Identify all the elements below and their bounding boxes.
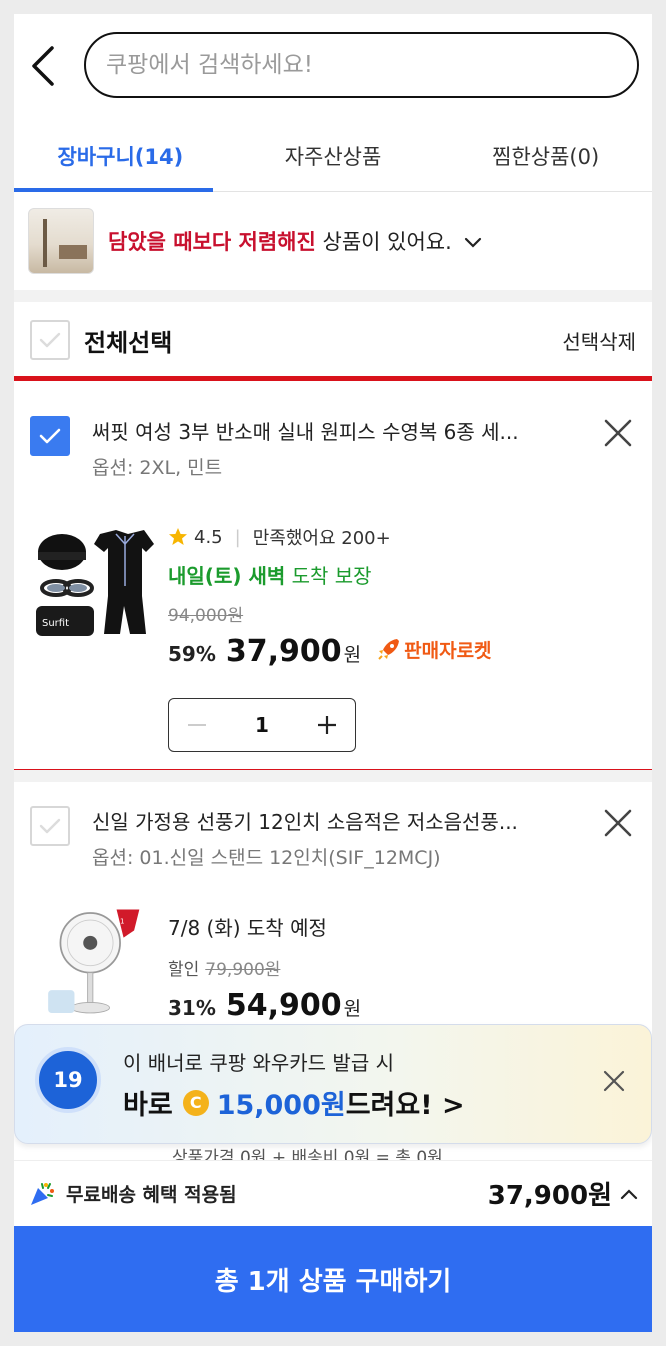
svg-text:Surfit: Surfit: [42, 618, 69, 629]
plus-icon: [318, 716, 336, 734]
banner-prefix: 바로: [123, 1090, 173, 1121]
cart-screen: 장바구니(14) 자주산상품 찜한상품(0) 담았을 때보다 저렴해진 상품이 …: [14, 14, 652, 1332]
item-option: 옵션: 01.신일 스탠드 12인치(SIF_12MCJ): [92, 847, 441, 869]
close-icon: [604, 419, 632, 446]
quantity-value[interactable]: 1: [225, 713, 299, 737]
product-image-fan[interactable]: 1: [28, 906, 156, 1020]
original-price: 94,000원: [168, 606, 244, 626]
header: [14, 14, 652, 120]
item-checkbox[interactable]: [30, 806, 70, 846]
currency-unit: 원: [343, 644, 362, 666]
banner-headline: 바로 C 15,000원 드려요! >: [123, 1083, 465, 1122]
discount-rate: 59%: [168, 642, 216, 666]
item-info: 7/8 (화) 도착 예정 할인 79,900원 31% 54,900 원: [168, 912, 361, 1023]
sale-price: 54,900: [225, 988, 342, 1023]
banner-subtitle: 이 배너로 쿠팡 와우카드 발급 시: [123, 1051, 394, 1075]
currency-unit: 원: [343, 998, 362, 1020]
delivery-date: 7/8 (화) 도착 예정: [168, 916, 327, 940]
cart-item: 써핏 여성 3부 반소매 실내 원피스 수영복 6종 세... 옵션: 2XL,…: [14, 376, 652, 774]
price-drop-thumbnail: [28, 208, 94, 274]
chevron-down-icon: [465, 237, 482, 248]
wow-card-banner[interactable]: 19 이 배너로 쿠팡 와우카드 발급 시 바로 C 15,000원 드려요! …: [14, 1024, 652, 1144]
star-icon: [169, 528, 187, 545]
banner-close-button[interactable]: [597, 1065, 631, 1099]
checkout-button[interactable]: 총 1개 상품 구매하기: [14, 1226, 652, 1332]
svg-text:1: 1: [120, 917, 124, 926]
chevron-up-icon: [620, 1188, 638, 1199]
rating-value: 4.5: [194, 526, 223, 548]
chevron-left-icon: [32, 46, 54, 86]
price-row: 31% 54,900 원: [168, 988, 361, 1023]
item-info: 4.5 | 만족했어요 200+ 내일(토) 새벽 도착 보장 94,000원 …: [168, 524, 492, 670]
search-input[interactable]: [106, 52, 637, 78]
banner-suffix: 드려요! >: [345, 1090, 465, 1121]
price-drop-text: 담았을 때보다 저렴해진 상품이 있어요.: [108, 226, 482, 256]
party-popper-icon: [31, 1182, 54, 1205]
item-title[interactable]: 써핏 여성 3부 반소매 실내 원피스 수영복 6종 세...: [92, 416, 568, 445]
delivery-rest: 도착 보장: [285, 564, 372, 588]
item-title[interactable]: 신일 가정용 선풍기 12인치 소음적은 저소음선풍...: [92, 806, 568, 835]
select-all-label: 전체선택: [84, 328, 173, 357]
item-divider: [14, 770, 652, 782]
price-drop-rest: 상품이 있어요.: [315, 230, 452, 254]
cart-tabs: 장바구니(14) 자주산상품 찜한상품(0): [14, 120, 652, 192]
check-icon: [39, 332, 61, 348]
minus-icon: [188, 724, 206, 726]
remove-item-button[interactable]: [600, 416, 636, 452]
free-shipping-notice: 무료배송 혜택 적용됨: [28, 1180, 237, 1208]
rocket-icon: [378, 639, 400, 660]
order-summary-bar[interactable]: 무료배송 혜택 적용됨 37,900원: [14, 1160, 652, 1226]
total-price: 37,900원: [488, 1175, 638, 1212]
original-price: 79,900원: [205, 960, 281, 980]
tab-cart[interactable]: 장바구니(14): [14, 120, 227, 192]
rating-row: 4.5 | 만족했어요 200+: [168, 524, 492, 550]
discount-rate: 31%: [168, 996, 216, 1020]
decrease-quantity-button[interactable]: [169, 699, 225, 751]
countdown-timer: 19: [35, 1047, 101, 1113]
delivery-day: 내일(토) 새벽: [168, 564, 286, 588]
price-drop-highlight: 담았을 때보다 저렴해진: [108, 230, 316, 254]
free-shipping-label: 무료배송 혜택 적용됨: [66, 1184, 237, 1206]
review-summary: 만족했어요 200+: [252, 528, 391, 549]
check-icon: [39, 428, 61, 444]
tab-frequent-products[interactable]: 자주산상품: [227, 120, 440, 191]
back-button[interactable]: [26, 44, 60, 88]
delivery-guarantee: 내일(토) 새벽 도착 보장: [168, 560, 492, 589]
rating-separator: |: [234, 526, 241, 548]
sale-price: 37,900: [225, 634, 342, 669]
seller-rocket-badge: 판매자로켓: [377, 636, 492, 663]
price-drop-notice[interactable]: 담았을 때보다 저렴해진 상품이 있어요.: [14, 192, 652, 290]
remove-item-button[interactable]: [600, 806, 636, 842]
tab-wishlist[interactable]: 찜한상품(0): [439, 120, 652, 191]
search-box[interactable]: [84, 32, 639, 98]
total-amount: 37,900원: [487, 1181, 612, 1211]
seller-rocket-label: 판매자로켓: [404, 639, 492, 662]
close-icon: [603, 1070, 625, 1091]
select-all-checkbox[interactable]: [30, 320, 70, 360]
item-option: 옵션: 2XL, 민트: [92, 457, 223, 479]
close-icon: [604, 809, 632, 836]
quantity-stepper: 1: [168, 698, 356, 752]
select-all-row: 전체선택 선택삭제: [14, 302, 652, 378]
check-icon: [39, 818, 61, 834]
product-image-swimsuit[interactable]: Surfit: [28, 526, 156, 640]
price-row: 59% 37,900 원 판매자로켓: [168, 634, 492, 669]
discount-label: 할인: [168, 960, 200, 980]
coin-icon: C: [182, 1089, 209, 1116]
section-gap: [14, 290, 652, 302]
banner-amount: 15,000원: [216, 1090, 346, 1121]
item-checkbox[interactable]: [30, 416, 70, 456]
discount-line: 할인 79,900원: [168, 955, 361, 980]
delete-selected-button[interactable]: 선택삭제: [562, 326, 636, 355]
increase-quantity-button[interactable]: [299, 699, 355, 751]
